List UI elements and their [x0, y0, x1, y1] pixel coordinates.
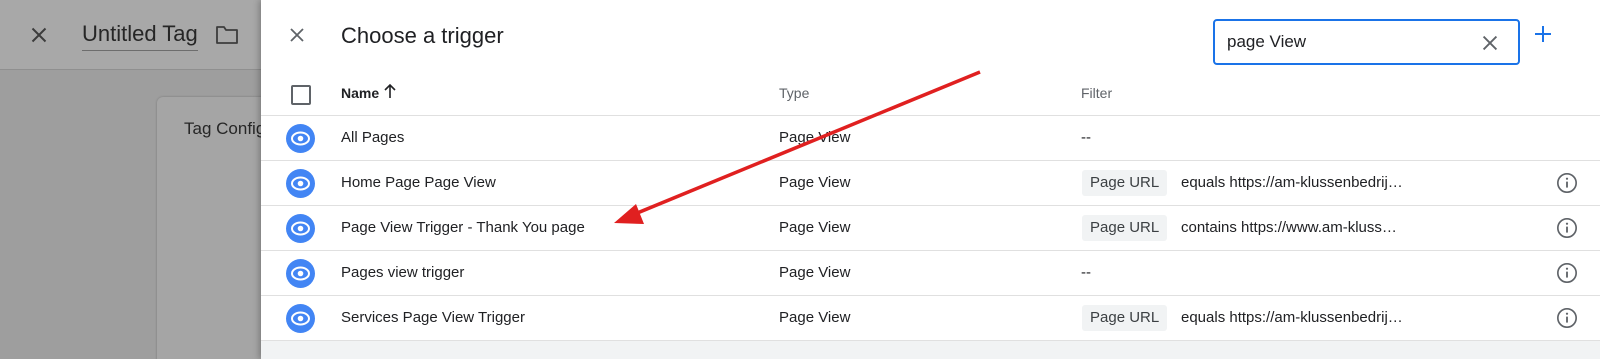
table-row[interactable]: Services Page View Trigger Page View Page …: [261, 296, 1600, 341]
select-all-checkbox[interactable]: [291, 85, 311, 105]
table-footer: [261, 341, 1600, 359]
column-header-name[interactable]: Name: [341, 85, 379, 101]
table-row[interactable]: Home Page Page View Page View Page URL equa…: [261, 161, 1600, 206]
folder-icon[interactable]: [215, 24, 241, 46]
trigger-type: Page View: [779, 219, 851, 236]
table-header: Name Type Filter: [261, 72, 1600, 116]
trigger-name[interactable]: All Pages: [341, 129, 404, 146]
info-icon[interactable]: [1556, 217, 1578, 239]
column-header-type: Type: [779, 85, 810, 101]
eye-icon: [286, 304, 315, 333]
trigger-type: Page View: [779, 174, 851, 191]
info-icon[interactable]: [1556, 307, 1578, 329]
filter-condition: equals https://am-klussenbedrij…: [1181, 309, 1403, 326]
filter-variable-chip: Page URL: [1082, 305, 1168, 331]
trigger-type: Page View: [779, 309, 851, 326]
table-row[interactable]: All Pages Page View --: [261, 116, 1600, 161]
column-header-filter: Filter: [1081, 85, 1113, 101]
search-input[interactable]: [1227, 30, 1467, 54]
trigger-type: Page View: [779, 264, 851, 281]
filter-variable-chip: Page URL: [1082, 170, 1168, 196]
tag-title[interactable]: Untitled Tag: [82, 21, 198, 51]
arrow-up-icon[interactable]: [382, 82, 398, 100]
eye-icon: [286, 169, 315, 198]
search-field[interactable]: [1213, 19, 1520, 65]
eye-icon: [286, 124, 315, 153]
clear-icon[interactable]: [1479, 32, 1501, 54]
table-row[interactable]: Page View Trigger - Thank You page Page V…: [261, 206, 1600, 251]
filter-condition: equals https://am-klussenbedrij…: [1181, 174, 1403, 191]
trigger-name[interactable]: Pages view trigger: [341, 264, 464, 281]
close-icon[interactable]: [285, 23, 309, 47]
add-icon[interactable]: [1531, 22, 1555, 46]
info-icon[interactable]: [1556, 172, 1578, 194]
filter-variable-chip: Page URL: [1082, 215, 1168, 241]
trigger-name[interactable]: Services Page View Trigger: [341, 309, 525, 326]
close-icon[interactable]: [26, 22, 52, 48]
trigger-name[interactable]: Home Page Page View: [341, 174, 496, 191]
panel-title: Choose a trigger: [341, 23, 504, 48]
eye-icon: [286, 214, 315, 243]
trigger-type: Page View: [779, 129, 851, 146]
info-icon[interactable]: [1556, 262, 1578, 284]
tag-configuration-title: Tag Configuration: [184, 119, 261, 138]
table-row[interactable]: Pages view trigger Page View --: [261, 251, 1600, 296]
filter-empty: --: [1081, 264, 1091, 281]
eye-icon: [286, 259, 315, 288]
choose-trigger-panel: Choose a trigger Name Type Filter All Pa…: [261, 0, 1600, 359]
filter-condition: contains https://www.am-kluss…: [1181, 219, 1397, 236]
filter-empty: --: [1081, 129, 1091, 146]
trigger-name[interactable]: Page View Trigger - Thank You page: [341, 219, 585, 236]
